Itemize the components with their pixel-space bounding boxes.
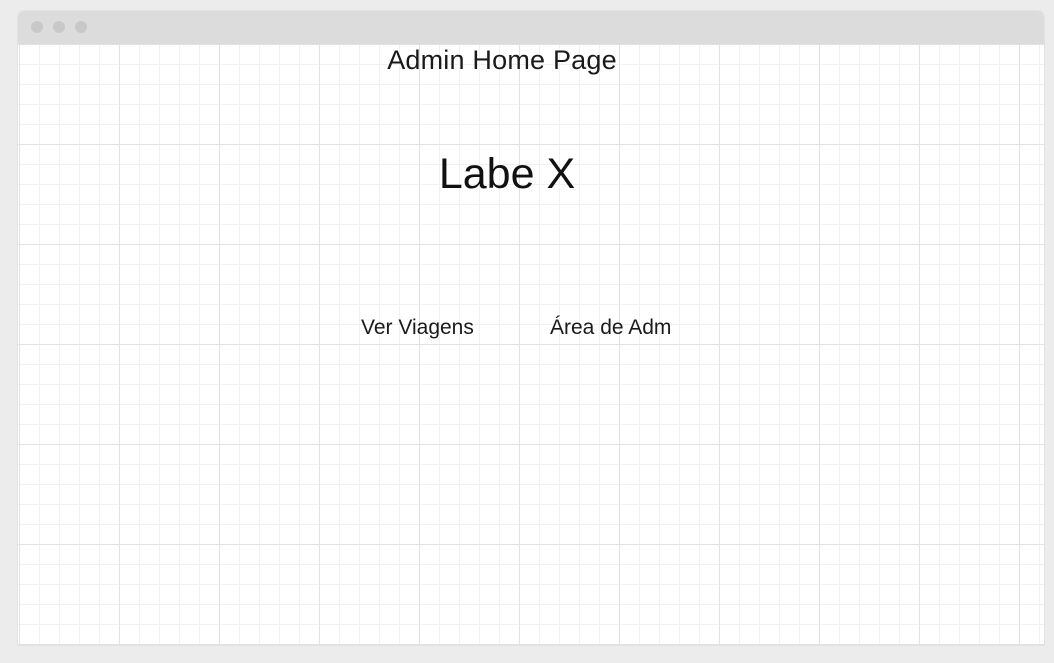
window-control-dot[interactable] [75,21,87,33]
window-control-dot[interactable] [53,21,65,33]
ver-viagens-button[interactable]: Ver Viagens [361,316,474,340]
area-de-adm-button[interactable]: Área de Adm [550,316,671,340]
page-canvas: Admin Home Page Labe X Ver Viagens Área … [18,44,1044,645]
window-titlebar [18,11,1044,44]
window-control-dot[interactable] [31,21,43,33]
page-title: Admin Home Page [387,45,617,75]
brand-heading: Labe X [438,150,576,198]
browser-window: Admin Home Page Labe X Ver Viagens Área … [18,11,1044,645]
main-nav: Ver Viagens Área de Adm [18,316,1044,340]
